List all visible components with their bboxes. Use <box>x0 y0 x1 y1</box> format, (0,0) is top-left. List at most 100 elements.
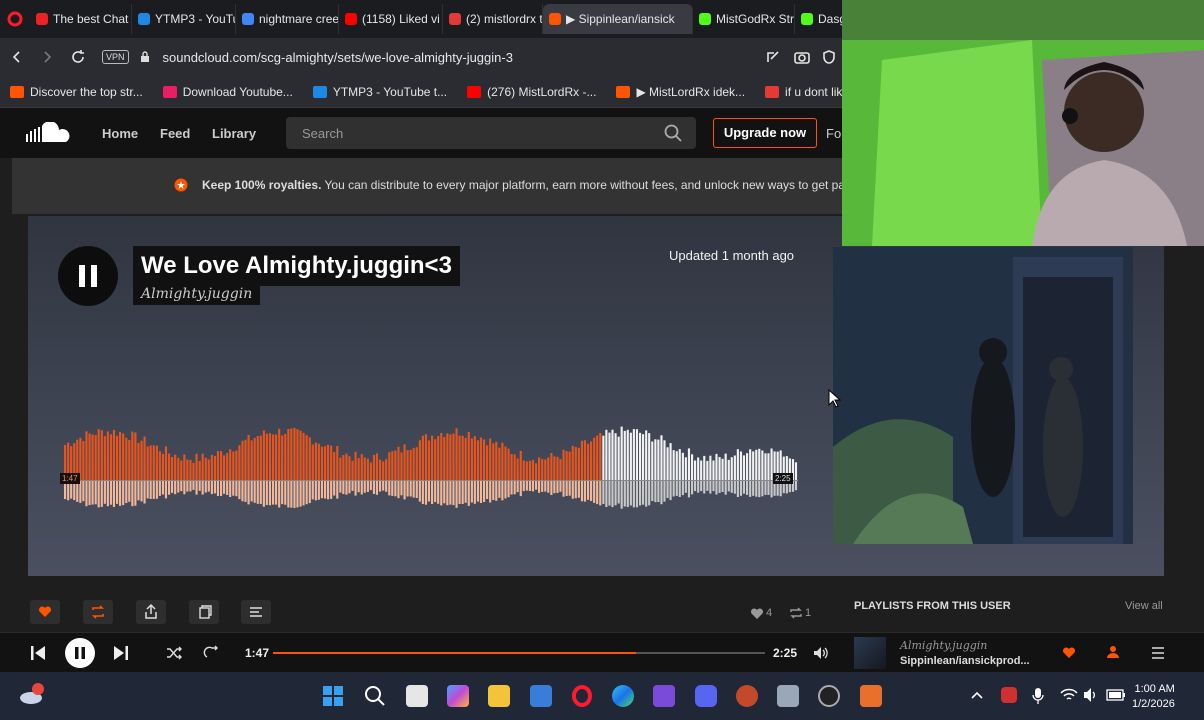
waveform-reflection-bar <box>412 481 415 498</box>
waveform-bar <box>317 443 320 480</box>
speaker-icon[interactable] <box>1083 687 1101 703</box>
system-clock[interactable]: 1:00 AM 1/2/2026 <box>1132 682 1175 712</box>
nav-home[interactable]: Home <box>102 126 138 141</box>
repost-button[interactable] <box>83 600 113 624</box>
edit-icon[interactable] <box>766 50 780 64</box>
waveform-reflection-bar <box>767 481 770 495</box>
waveform-reflection-bar <box>369 481 372 491</box>
game-app-icon[interactable] <box>736 685 758 707</box>
progress-bar[interactable] <box>273 652 765 654</box>
waveform-reflection-bar <box>272 481 275 505</box>
waveform-bar <box>541 459 544 480</box>
tray-app-icon[interactable] <box>1001 687 1017 703</box>
windows-taskbar: 1:00 AM 1/2/2026 <box>0 672 1204 720</box>
follow-user-icon[interactable] <box>1106 645 1122 659</box>
waveform-reflection-bar <box>293 481 296 508</box>
wifi-icon[interactable] <box>1060 688 1078 702</box>
upgrade-button[interactable]: Upgrade now <box>713 118 817 148</box>
waveform[interactable] <box>64 424 798 514</box>
browser-tab[interactable]: The best Chat <box>30 4 132 34</box>
waveform-reflection-bar <box>571 481 574 499</box>
waveform-reflection-bar <box>134 481 137 506</box>
copilot-icon[interactable] <box>447 685 469 707</box>
next-track-icon[interactable] <box>113 644 129 662</box>
forward-icon[interactable] <box>40 50 54 64</box>
browser-tab[interactable]: ▶ Sippinlean/iansick <box>543 4 693 34</box>
shuffle-icon[interactable] <box>165 645 183 661</box>
waveform-reflection-bar <box>694 481 697 492</box>
bookmark-item[interactable]: Discover the top str... <box>0 85 153 99</box>
player-like-icon[interactable] <box>1062 646 1076 659</box>
discord-icon[interactable] <box>695 685 717 707</box>
waveform-reflection-bar <box>238 481 241 500</box>
browser-tab[interactable]: (2) mistlordrx t <box>443 4 543 34</box>
opera-logo-icon[interactable] <box>0 4 30 34</box>
nav-library[interactable]: Library <box>212 126 256 141</box>
camera-app-icon[interactable] <box>777 685 799 707</box>
battery-icon[interactable] <box>1106 688 1126 702</box>
hero-pause-button[interactable] <box>58 246 118 306</box>
camera-icon[interactable] <box>794 50 810 64</box>
playlist-hero: We Love Almighty.juggin<3 Almighty.juggi… <box>28 216 1164 576</box>
shield-icon[interactable] <box>822 50 836 64</box>
address-bar[interactable]: VPN soundcloud.com/scg-almighty/sets/we-… <box>102 45 513 69</box>
waveform-reflection-bar <box>764 481 767 495</box>
view-all-link[interactable]: View all <box>1125 600 1163 612</box>
previous-track-icon[interactable] <box>30 644 46 662</box>
lock-icon[interactable] <box>139 51 151 63</box>
waveform-bar <box>706 460 709 480</box>
fl-studio-icon[interactable] <box>860 685 882 707</box>
search-icon[interactable] <box>664 124 682 142</box>
waveform-bar <box>528 460 532 480</box>
waveform-reflection-bar <box>76 481 79 502</box>
player-pause-button[interactable] <box>64 637 96 669</box>
task-view-icon[interactable] <box>406 685 428 707</box>
now-playing-artist[interactable]: Almighty.juggin <box>900 639 987 652</box>
reload-icon[interactable] <box>70 49 86 65</box>
waveform-reflection-bar <box>397 481 400 499</box>
now-playing-track[interactable]: Sippinlean/iansickprod... <box>900 655 1030 667</box>
back-icon[interactable] <box>10 50 24 64</box>
playlist-artist[interactable]: Almighty.juggin <box>133 283 261 305</box>
volume-icon[interactable] <box>812 644 830 662</box>
waveform-reflection-bar <box>648 481 651 506</box>
edge-browser-icon[interactable] <box>612 685 634 707</box>
microphone-icon[interactable] <box>1032 687 1044 705</box>
copy-link-button[interactable] <box>189 600 219 624</box>
vpn-badge[interactable]: VPN <box>102 50 129 64</box>
bookmark-item[interactable]: (276) MistLordRx -... <box>457 85 606 99</box>
like-button[interactable] <box>30 600 60 624</box>
waveform-bar <box>654 439 657 480</box>
file-explorer-icon[interactable] <box>488 685 510 707</box>
tab-label: YTMP3 - YouTu <box>155 12 236 26</box>
nav-feed[interactable]: Feed <box>160 126 190 141</box>
bookmark-item[interactable]: YTMP3 - YouTube t... <box>303 85 457 99</box>
waveform-bar <box>366 458 369 480</box>
search-input[interactable]: Search <box>286 117 696 149</box>
waveform-bar <box>758 448 761 480</box>
opera-browser-icon[interactable] <box>571 685 593 707</box>
waveform-bar <box>391 451 394 480</box>
repeat-icon[interactable] <box>203 645 221 661</box>
browser-tab[interactable]: MistGodRx Str <box>693 4 795 34</box>
add-to-queue-button[interactable] <box>241 600 271 624</box>
browser-tab[interactable]: YTMP3 - YouTu <box>132 4 236 34</box>
waveform-bar <box>275 434 278 480</box>
obs-studio-icon[interactable] <box>818 685 840 707</box>
waveform-reflection-bar <box>620 481 623 509</box>
start-menu-icon[interactable] <box>322 685 344 707</box>
taskbar-search-icon[interactable] <box>364 685 386 707</box>
video-editor-icon[interactable] <box>653 685 675 707</box>
soundcloud-logo-icon[interactable] <box>26 122 74 144</box>
app-icon[interactable] <box>530 685 552 707</box>
show-hidden-icons-icon[interactable] <box>970 690 984 700</box>
browser-tab[interactable]: (1158) Liked vi <box>339 4 443 34</box>
browser-tab[interactable]: nightmare cree <box>236 4 339 34</box>
now-playing-artwork[interactable] <box>854 637 886 669</box>
waveform-reflection-bar <box>510 481 513 495</box>
bookmark-item[interactable]: ▶ MistLordRx idek... <box>606 85 755 99</box>
next-up-queue-icon[interactable] <box>1150 645 1166 661</box>
weather-widget-icon[interactable] <box>18 682 46 708</box>
share-button[interactable] <box>136 600 166 624</box>
bookmark-item[interactable]: Download Youtube... <box>153 85 303 99</box>
